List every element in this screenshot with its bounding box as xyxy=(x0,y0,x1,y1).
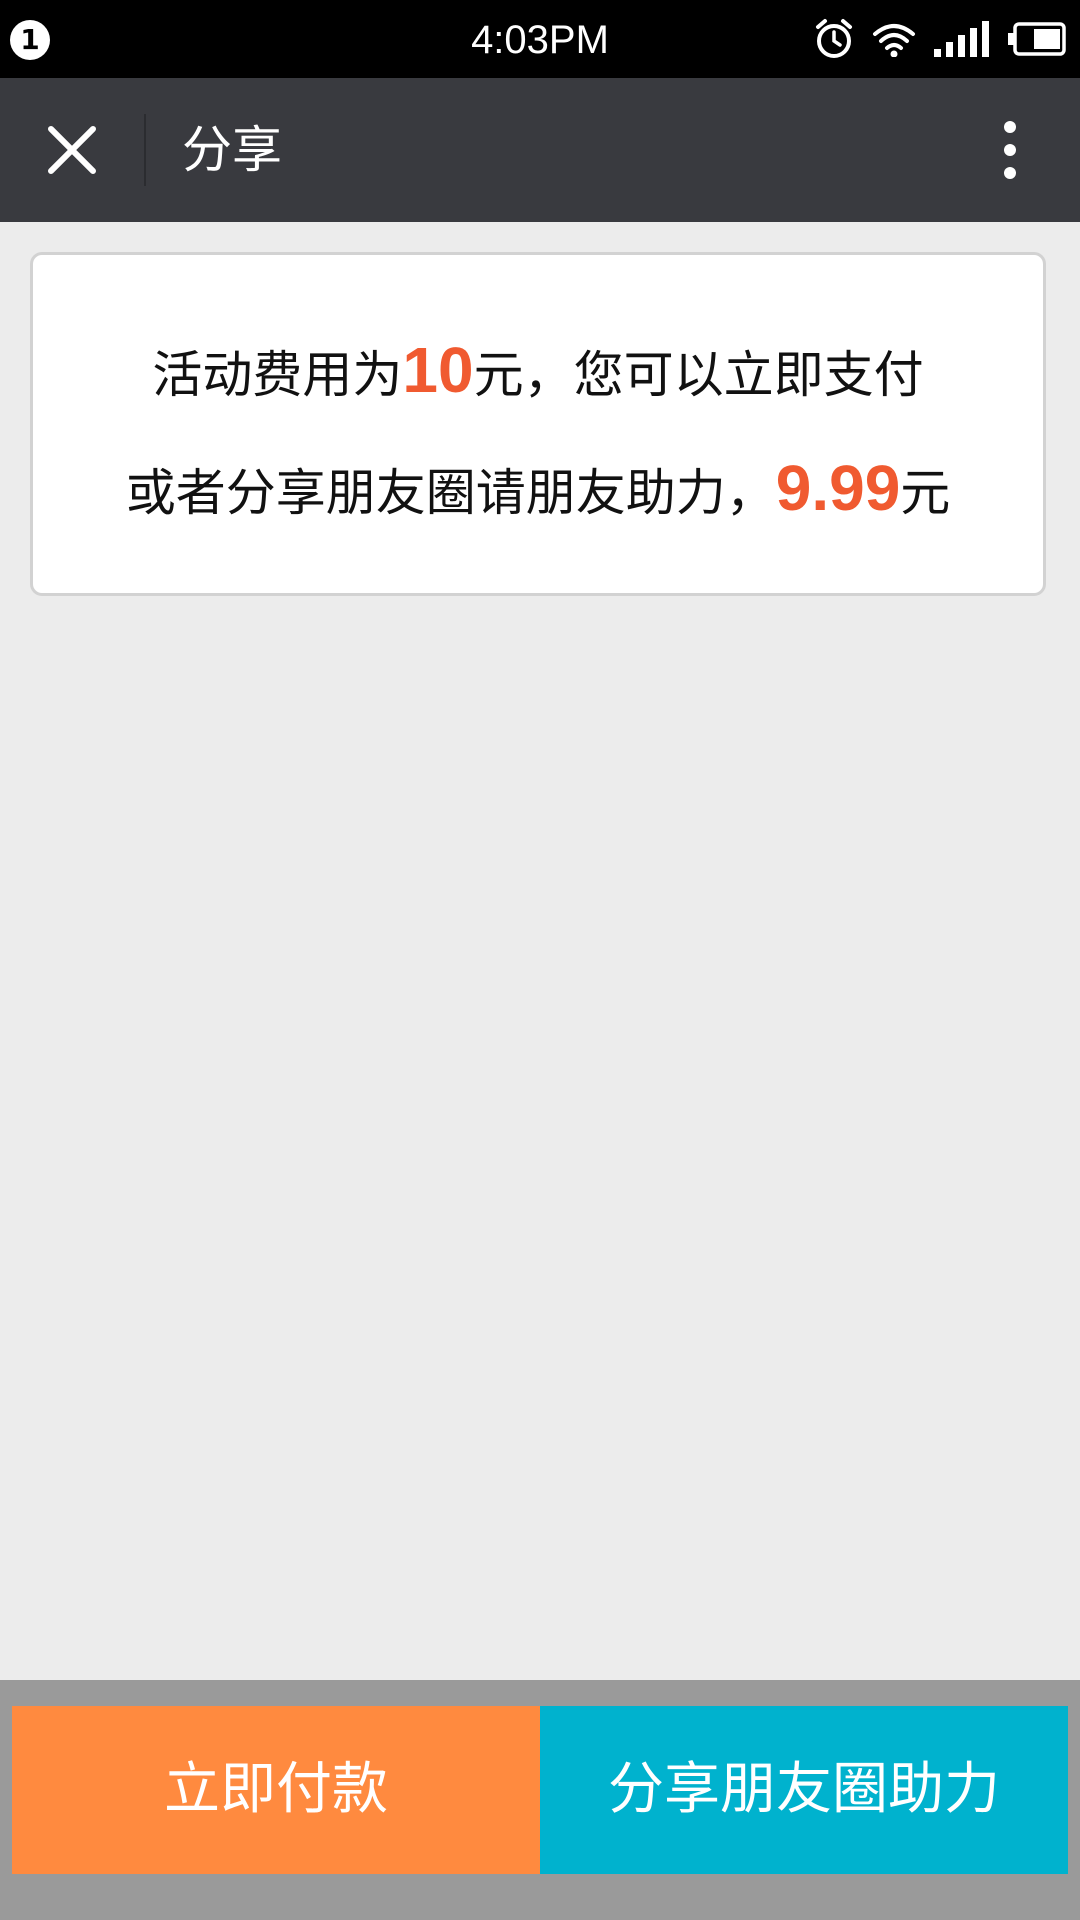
signal-icon xyxy=(934,21,990,57)
page-title: 分享 xyxy=(182,121,282,179)
share-text-suffix: 元 xyxy=(900,464,951,522)
fee-text-suffix: 元，您可以立即支付 xyxy=(473,346,924,404)
share-moments-button[interactable]: 分享朋友圈助力 xyxy=(540,1706,1068,1874)
bottom-action-bar: 立即付款 分享朋友圈助力 xyxy=(0,1680,1080,1920)
share-text-prefix: 或者分享朋友圈请朋友助力， xyxy=(125,464,776,522)
wifi-icon xyxy=(872,21,916,57)
close-icon xyxy=(47,125,97,179)
pay-now-button[interactable]: 立即付款 xyxy=(12,1706,540,1874)
alarm-icon xyxy=(814,18,854,60)
status-icons xyxy=(814,16,1066,62)
share-fee-amount: 9.99 xyxy=(775,452,901,524)
fee-message-line-1: 活动费用为10元，您可以立即支付 xyxy=(33,333,1043,407)
nav-bar: 分享 xyxy=(0,78,1080,222)
full-fee-amount: 10 xyxy=(402,334,474,406)
nav-divider xyxy=(144,114,146,186)
status-bar: 1 4:03PM xyxy=(0,0,1080,78)
fee-text-prefix: 活动费用为 xyxy=(152,346,403,404)
fee-message-line-2: 或者分享朋友圈请朋友助力，9.99元 xyxy=(33,451,1043,525)
more-button[interactable] xyxy=(970,110,1050,194)
battery-icon xyxy=(1008,22,1066,56)
fee-info-card: 活动费用为10元，您可以立即支付 或者分享朋友圈请朋友助力，9.99元 xyxy=(30,252,1046,596)
close-button[interactable] xyxy=(30,110,114,194)
more-vertical-icon xyxy=(1002,120,1018,184)
